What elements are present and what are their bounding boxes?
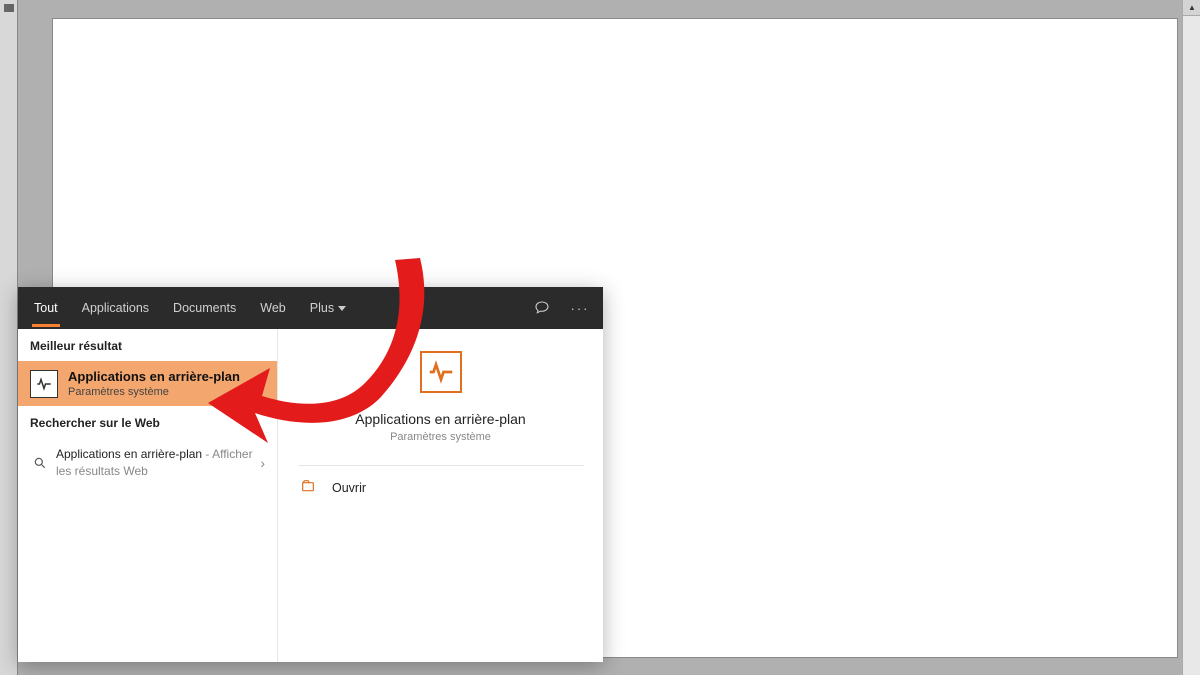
best-result-item[interactable]: Applications en arrière-plan Paramètres … <box>18 361 277 406</box>
tab-applications[interactable]: Applications <box>70 287 161 329</box>
open-action[interactable]: Ouvrir <box>278 466 603 509</box>
tab-all[interactable]: Tout <box>22 287 70 329</box>
detail-title: Applications en arrière-plan <box>355 411 525 427</box>
more-options-icon[interactable]: ··· <box>561 287 599 329</box>
tab-web[interactable]: Web <box>248 287 297 329</box>
tab-label: Plus <box>310 301 334 315</box>
tab-label: Web <box>260 301 285 315</box>
activity-monitor-icon <box>420 351 462 393</box>
web-results-header: Rechercher sur le Web <box>18 406 277 438</box>
web-result-item[interactable]: Applications en arrière-plan - Afficher … <box>18 438 277 488</box>
vertical-scrollbar[interactable]: ▲ <box>1182 0 1200 675</box>
open-label: Ouvrir <box>332 481 366 495</box>
chevron-down-icon <box>338 306 346 311</box>
web-result-text: Applications en arrière-plan - Afficher … <box>56 446 260 480</box>
tab-label: Documents <box>173 301 236 315</box>
results-list: Meilleur résultat Applications en arrièr… <box>18 329 278 662</box>
tab-label: Applications <box>82 301 149 315</box>
result-subtitle: Paramètres système <box>68 386 240 398</box>
result-detail-pane: Applications en arrière-plan Paramètres … <box>278 329 603 662</box>
scroll-up-icon[interactable]: ▲ <box>1183 0 1200 16</box>
best-result-header: Meilleur résultat <box>18 329 277 361</box>
result-title: Applications en arrière-plan <box>68 369 240 384</box>
windows-search-panel: Tout Applications Documents Web Plus ···… <box>18 287 603 662</box>
activity-monitor-icon <box>30 370 58 398</box>
search-icon <box>30 456 50 470</box>
tab-documents[interactable]: Documents <box>161 287 248 329</box>
search-tabs-bar: Tout Applications Documents Web Plus ··· <box>18 287 603 329</box>
open-icon <box>300 478 318 497</box>
tool-icon[interactable] <box>4 4 14 12</box>
tab-more[interactable]: Plus <box>298 287 358 329</box>
detail-subtitle: Paramètres système <box>390 431 491 443</box>
tab-label: Tout <box>34 301 58 315</box>
feedback-icon[interactable] <box>523 287 561 329</box>
toolbar-strip <box>0 0 18 675</box>
chevron-right-icon: › <box>260 455 265 471</box>
